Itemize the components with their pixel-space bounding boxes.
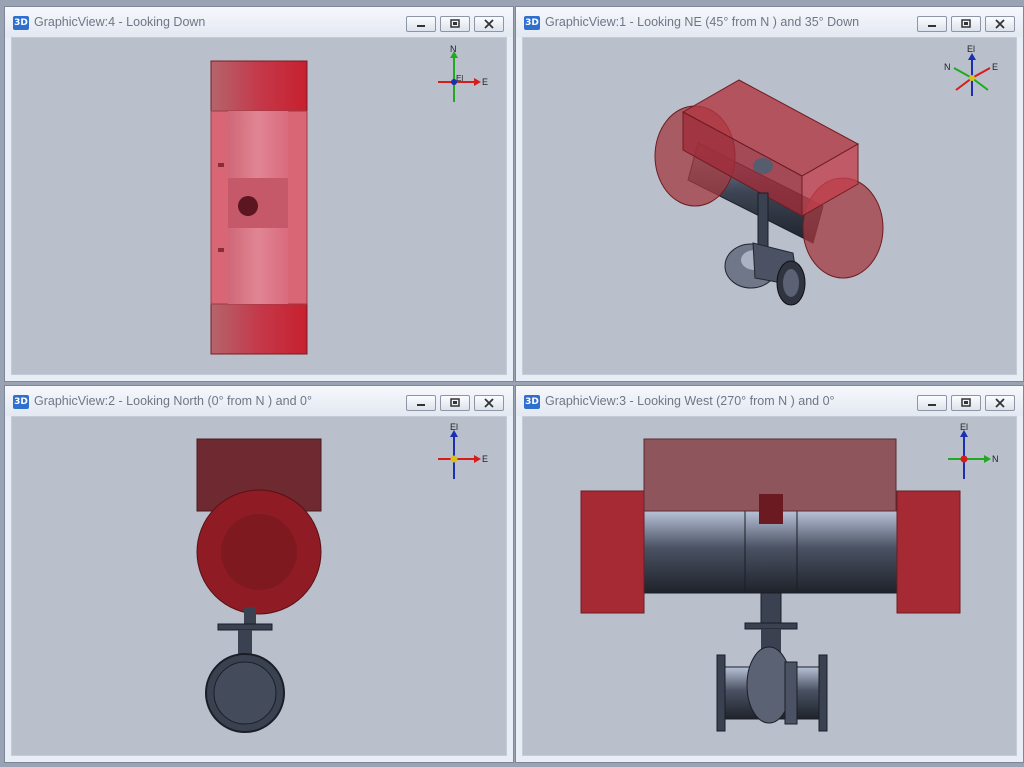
graphic-view-1-pane: 3D GraphicView:1 - Looking NE (45° from …	[515, 6, 1024, 382]
pane-title: GraphicView:1 - Looking NE (45° from N )…	[545, 15, 860, 29]
restore-button[interactable]	[951, 395, 981, 411]
title-bar[interactable]: 3D GraphicView:2 - Looking North (0° fro…	[5, 386, 513, 416]
restore-button[interactable]	[440, 16, 470, 32]
svg-text:N: N	[450, 44, 457, 54]
pipe-model-top-view	[210, 60, 308, 355]
svg-text:N: N	[944, 62, 951, 72]
axis-triad: El E	[434, 422, 490, 488]
svg-text:El: El	[456, 74, 463, 83]
svg-text:E: E	[992, 62, 998, 72]
title-bar[interactable]: 3D GraphicView:4 - Looking Down	[5, 7, 513, 37]
minimize-button[interactable]	[406, 395, 436, 411]
pane-title: GraphicView:4 - Looking Down	[34, 15, 206, 29]
pipe-model-isometric-view	[654, 79, 884, 306]
axis-triad: El N E	[944, 44, 1000, 109]
close-button[interactable]	[985, 395, 1015, 411]
graphic-view-3-pane: 3D GraphicView:3 - Looking West (270° fr…	[515, 385, 1024, 763]
3d-view-icon: 3D	[13, 16, 29, 30]
axis-triad: El N	[944, 422, 1000, 488]
pane-title: GraphicView:3 - Looking West (270° from …	[545, 394, 835, 408]
minimize-button[interactable]	[917, 16, 947, 32]
close-button[interactable]	[985, 16, 1015, 32]
graphic-view-4-pane: 3D GraphicView:4 - Looking Down N E El	[4, 6, 514, 382]
minimize-button[interactable]	[406, 16, 436, 32]
graphic-view-2-pane: 3D GraphicView:2 - Looking North (0° fro…	[4, 385, 514, 763]
svg-text:El: El	[960, 423, 968, 432]
axis-triad: N E El	[434, 44, 490, 109]
3d-viewport[interactable]: N E El	[11, 37, 507, 375]
svg-text:N: N	[992, 454, 999, 464]
minimize-button[interactable]	[917, 395, 947, 411]
svg-text:E: E	[482, 77, 488, 87]
title-bar[interactable]: 3D GraphicView:1 - Looking NE (45° from …	[516, 7, 1023, 37]
3d-view-icon: 3D	[13, 395, 29, 409]
3d-viewport[interactable]: El E	[11, 416, 507, 756]
svg-text:El: El	[967, 44, 975, 54]
title-bar[interactable]: 3D GraphicView:3 - Looking West (270° fr…	[516, 386, 1023, 416]
3d-viewport[interactable]: El N	[522, 416, 1017, 756]
close-button[interactable]	[474, 16, 504, 32]
pane-title: GraphicView:2 - Looking North (0° from N…	[34, 394, 312, 408]
pipe-model-west-view	[580, 438, 961, 732]
3d-viewport[interactable]: El N E	[522, 37, 1017, 375]
3d-view-icon: 3D	[524, 16, 540, 30]
svg-text:E: E	[482, 454, 488, 464]
close-button[interactable]	[474, 395, 504, 411]
3d-view-icon: 3D	[524, 395, 540, 409]
pipe-model-north-view	[196, 438, 322, 733]
restore-button[interactable]	[951, 16, 981, 32]
restore-button[interactable]	[440, 395, 470, 411]
svg-text:El: El	[450, 423, 458, 432]
